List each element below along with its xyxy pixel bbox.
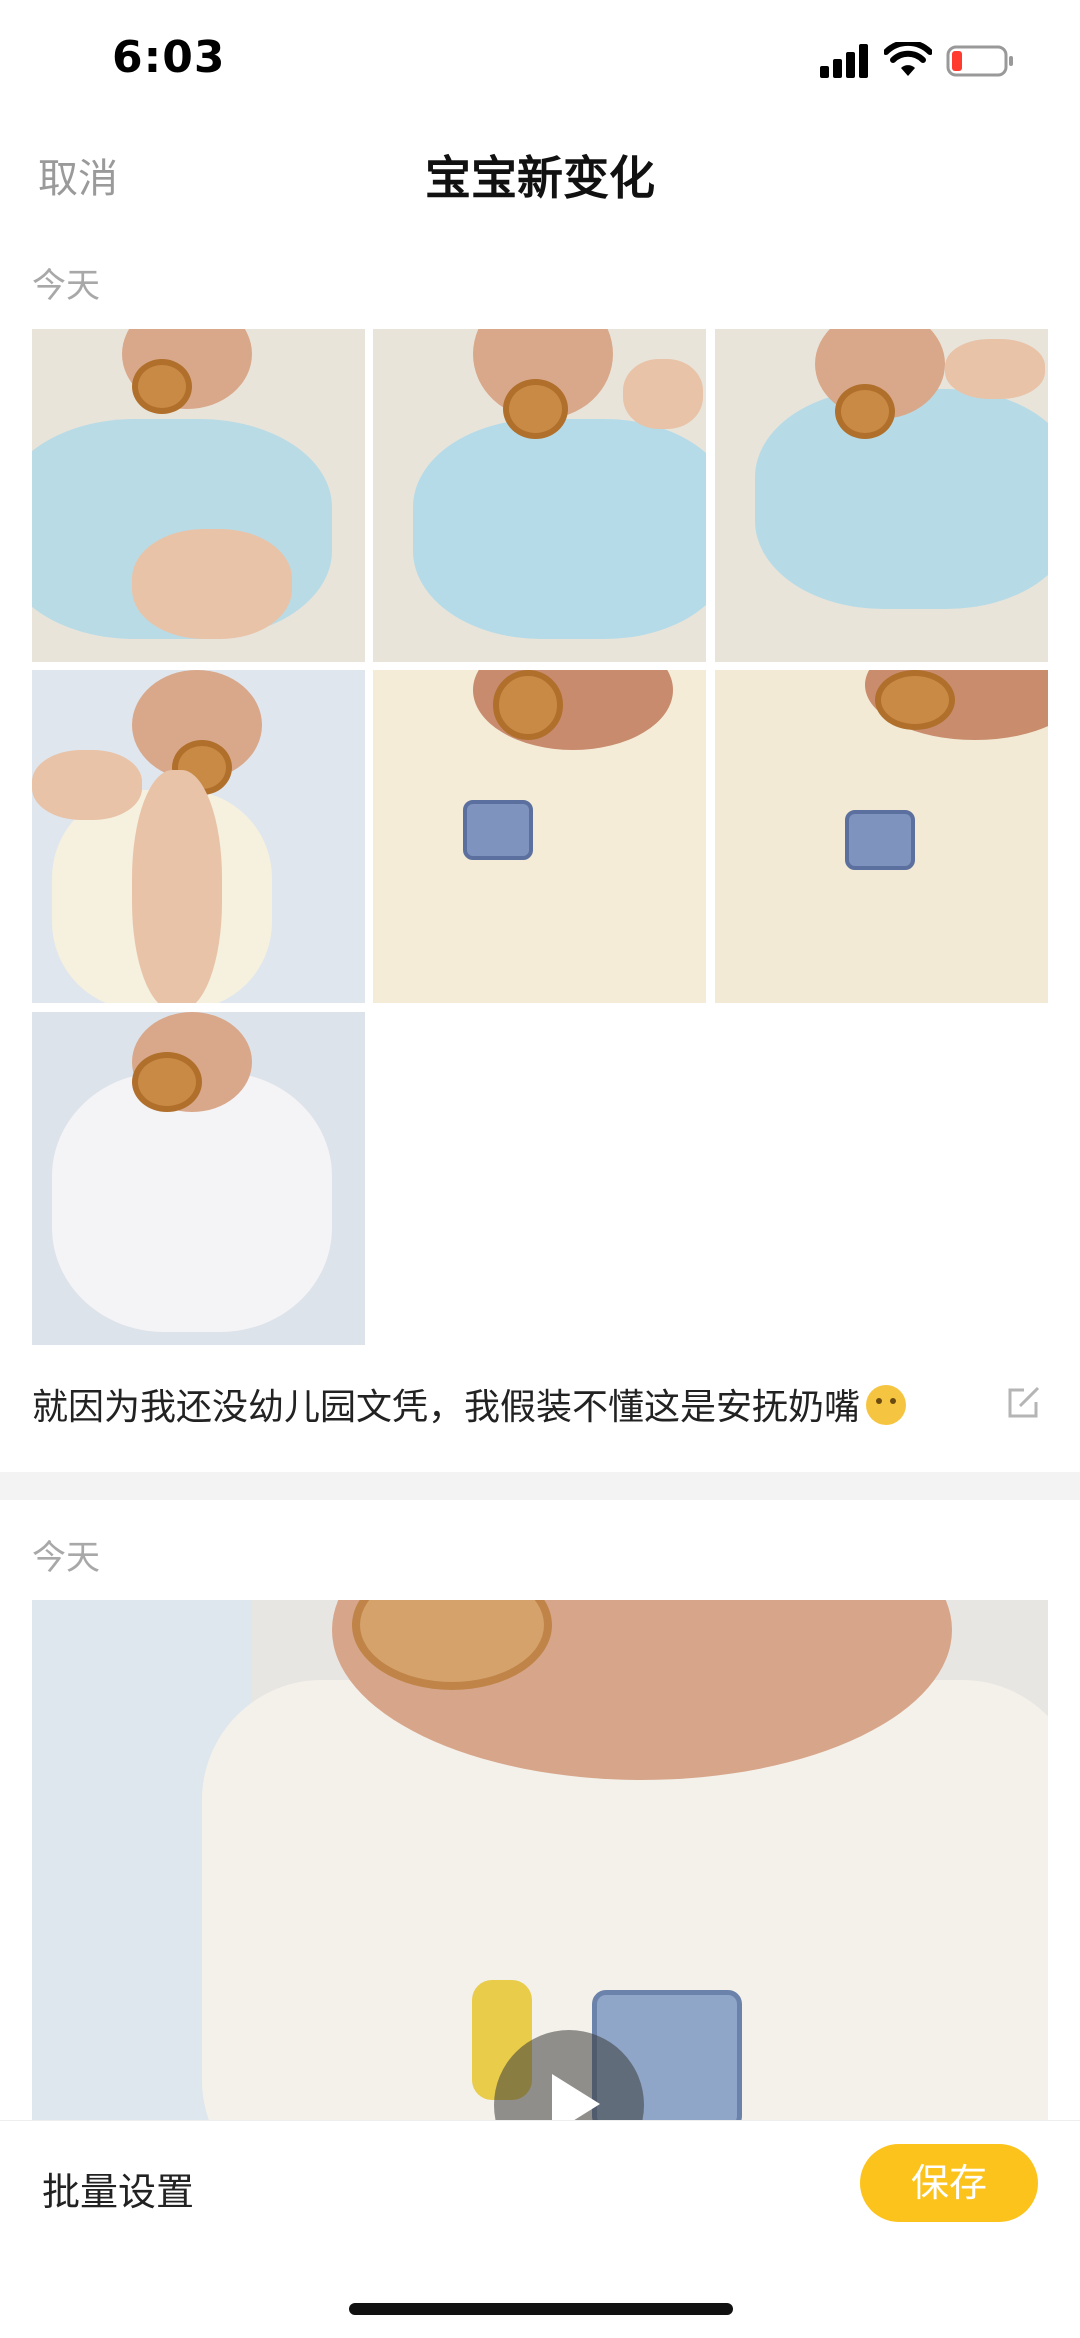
video-thumbnail[interactable] bbox=[32, 1600, 1048, 2120]
photo-thumbnail[interactable] bbox=[32, 670, 365, 1003]
save-button[interactable]: 保存 bbox=[860, 2144, 1038, 2222]
photo-thumbnail[interactable] bbox=[32, 329, 365, 662]
photo-thumbnail[interactable] bbox=[715, 329, 1048, 662]
nav-bar: 取消 宝宝新变化 bbox=[0, 120, 1080, 230]
photo-thumbnail[interactable] bbox=[373, 329, 706, 662]
batch-settings-button[interactable]: 批量设置 bbox=[42, 2161, 194, 2216]
post-caption: 就因为我还没幼儿园文凭，我假装不懂这是安抚奶嘴 bbox=[32, 1378, 907, 1430]
section-divider bbox=[0, 1472, 1080, 1500]
thinking-face-emoji-icon bbox=[866, 1385, 907, 1425]
page-title: 宝宝新变化 bbox=[425, 151, 655, 205]
home-indicator[interactable] bbox=[349, 2303, 733, 2315]
bottom-action-bar: 批量设置 保存 bbox=[0, 2120, 1080, 2338]
status-bar: 6:03 bbox=[0, 0, 1080, 120]
cellular-signal-icon bbox=[820, 44, 872, 78]
caption-text: 就因为我还没幼儿园文凭，我假装不懂这是安抚奶嘴 bbox=[32, 1387, 861, 1428]
photo-thumbnail[interactable] bbox=[32, 1012, 365, 1345]
wifi-icon bbox=[884, 42, 932, 76]
photo-thumbnail[interactable] bbox=[715, 670, 1048, 1003]
status-time: 6:03 bbox=[112, 32, 226, 83]
section-date-label: 今天 bbox=[32, 1538, 100, 1578]
section-date-label: 今天 bbox=[32, 266, 100, 306]
photo-thumbnail[interactable] bbox=[373, 670, 706, 1003]
edit-icon[interactable] bbox=[1006, 1384, 1042, 1420]
battery-low-icon bbox=[946, 45, 1013, 77]
